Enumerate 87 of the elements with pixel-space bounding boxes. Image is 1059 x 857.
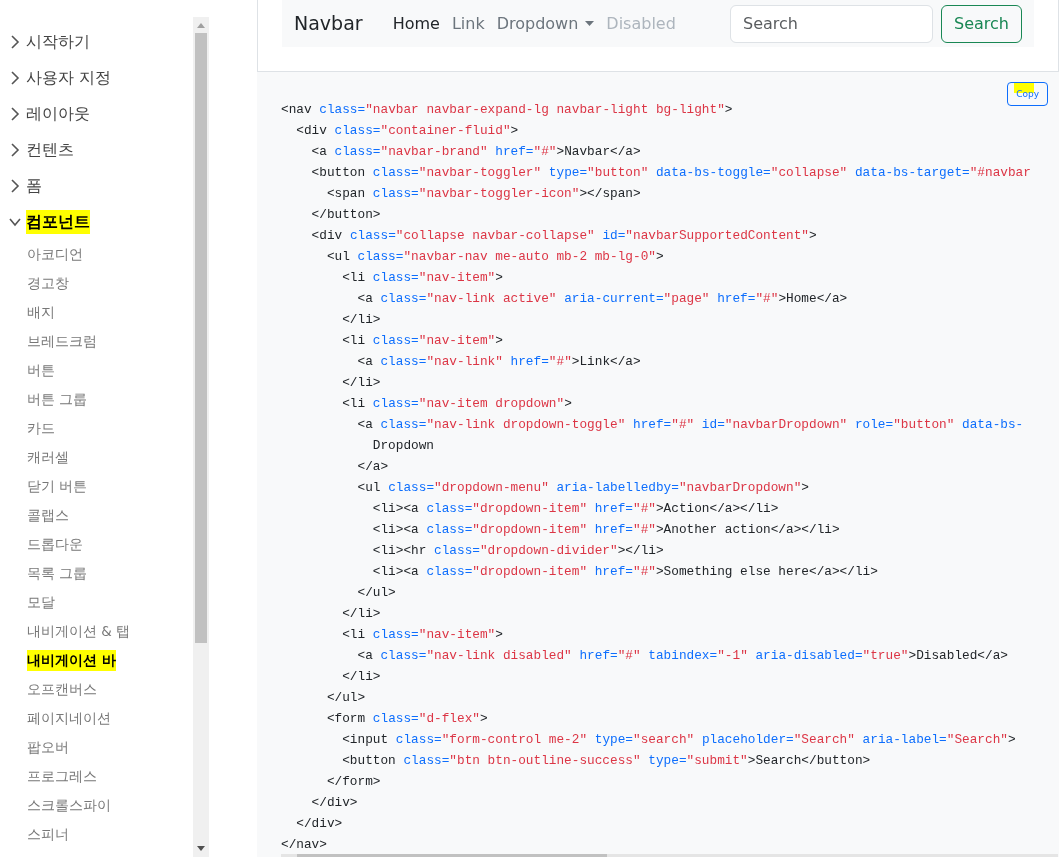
code-line: </ul>	[325, 689, 366, 707]
code-line: </a>	[356, 458, 389, 476]
code-line: <a class="nav-link dropdown-toggle" href="#" id="navbarDropdown" role="button" data-bs-	[356, 416, 1024, 434]
sidebar-item[interactable]: 프로그레스	[27, 766, 97, 787]
scrollbar-thumb[interactable]	[195, 33, 207, 643]
sidebar-item[interactable]: 아코디언	[27, 244, 83, 265]
sidebar-item[interactable]: 드롭다운	[27, 534, 83, 555]
sidebar-item[interactable]: 카드	[27, 418, 55, 439]
caret-icon	[585, 21, 595, 26]
code-line: <li class="nav-item">	[341, 332, 503, 350]
dropdown-toggle[interactable]: Dropdown	[490, 11, 601, 36]
code-line: <li class="nav-item">	[341, 269, 503, 287]
sidebar-item[interactable]: 내비게이션 바	[27, 650, 116, 671]
nav-link[interactable]: Home	[386, 11, 446, 36]
search-button[interactable]: Search	[941, 4, 1022, 43]
code-line: Dropdown	[371, 437, 435, 455]
sidebar-item[interactable]: 스피너	[27, 824, 69, 845]
section-label: 사용자 지정	[26, 67, 112, 89]
chevron-right-icon	[8, 179, 22, 193]
scrollbar-thumb[interactable]	[297, 854, 607, 857]
code-line: <span class="navbar-toggler-icon"></span>	[325, 185, 641, 203]
horizontal-scrollbar[interactable]	[281, 854, 1058, 857]
code-line: <a class="nav-link active" aria-current="page" href="#">Home</a>	[356, 290, 848, 308]
scrollbar[interactable]	[193, 17, 209, 857]
section-label: 폼	[26, 175, 42, 197]
code-line: <button class="navbar-toggler" type="button" data-bs-toggle="collapse" data-bs-target="#navbar	[310, 164, 1031, 182]
code-line: <li class="nav-item dropdown">	[341, 395, 572, 413]
sidebar-section[interactable]: 컨텐츠	[0, 132, 193, 168]
code-line: </ul>	[356, 584, 396, 602]
section-label: 컴포넌트	[26, 210, 90, 234]
code-line: <a class="nav-link disabled" href="#" tabindex="-1" aria-disabled="true">Disabled</a>	[356, 647, 1008, 665]
code-line: </li>	[341, 668, 381, 686]
sidebar-item[interactable]: 캐러셀	[27, 447, 69, 468]
code-line: <a class="navbar-brand" href="#">Navbar</a>	[310, 143, 641, 161]
sidebar-item[interactable]: 스크롤스파이	[27, 795, 111, 816]
sidebar-item[interactable]: 콜랩스	[27, 505, 69, 526]
brand-link[interactable]: Navbar	[294, 9, 363, 38]
chevron-right-icon	[8, 143, 22, 157]
code-line: <ul class="navbar-nav me-auto mb-2 mb-lg-0">	[325, 248, 664, 266]
code-line: <ul class="dropdown-menu" aria-labelledby="navbarDropdown">	[356, 479, 809, 497]
sidebar-item[interactable]: 페이지네이션	[27, 708, 111, 729]
section-label: 컨텐츠	[26, 139, 74, 161]
code-line: </li>	[341, 311, 381, 329]
sidebar-item[interactable]: 오프캔버스	[27, 679, 97, 700]
code-line: <li><a class="dropdown-item" href="#">Another action</a></li>	[371, 521, 840, 539]
sidebar-item[interactable]: 배지	[27, 302, 55, 323]
code-line: <li><a class="dropdown-item" href="#">Action</a></li>	[371, 500, 779, 518]
chevron-right-icon	[8, 71, 22, 85]
code-line: <li><hr class="dropdown-divider"></li>	[371, 542, 664, 560]
sidebar-item[interactable]: 내비게이션 & 탭	[27, 621, 131, 642]
sidebar-item[interactable]: 닫기 버튼	[27, 476, 88, 497]
chevron-right-icon	[8, 107, 22, 121]
section-label: 레이아웃	[26, 103, 90, 125]
sidebar-item[interactable]: 버튼 그룹	[27, 389, 88, 410]
code-line: <input class="form-control me-2" type="search" placeholder="Search" aria-label="Search">	[341, 731, 1016, 749]
sidebar-item[interactable]: 경고창	[27, 273, 69, 294]
chevron-right-icon	[8, 35, 22, 49]
code-line: </li>	[341, 605, 381, 623]
sidebar-item[interactable]: 팝오버	[27, 737, 69, 758]
scroll-down-arrow-icon[interactable]	[197, 846, 205, 852]
section-label: 시작하기	[26, 31, 90, 53]
scroll-up-arrow-icon[interactable]	[197, 22, 205, 28]
sidebar-item[interactable]: 목록 그룹	[27, 563, 88, 584]
sidebar-item[interactable]: 버튼	[27, 360, 55, 381]
code-line: <li class="nav-item">	[341, 626, 503, 644]
code-line: <form class="d-flex">	[325, 710, 488, 728]
sidebar-item[interactable]: 브레드크럼	[27, 331, 97, 352]
code-line: </button>	[310, 206, 381, 224]
nav-link[interactable]: Link	[445, 11, 491, 36]
code-line: <a class="nav-link" href="#">Link</a>	[356, 353, 641, 371]
code-line: </form>	[325, 773, 381, 791]
code-line: </div>	[295, 815, 343, 833]
code-line: <div class="container-fluid">	[295, 122, 519, 140]
sidebar-section[interactable]: 레이아웃	[0, 96, 193, 132]
sidebar-item[interactable]: 모달	[27, 592, 55, 613]
sidebar-section[interactable]: 컴포넌트	[0, 204, 193, 240]
code-line: </li>	[341, 374, 381, 392]
sidebar-section[interactable]: 폼	[0, 168, 193, 204]
code-line: </nav>	[281, 836, 327, 854]
search-field[interactable]: Search	[730, 4, 934, 43]
sidebar-section[interactable]: 사용자 지정	[0, 60, 193, 96]
code-line: <nav class="navbar navbar-expand-lg navbar-light bg-light">	[281, 101, 733, 119]
code-line: <li><a class="dropdown-item" href="#">Something else here</a></li>	[371, 563, 878, 581]
code-line: <button class="btn btn-outline-success" type="submit">Search</button>	[341, 752, 871, 770]
sidebar-section[interactable]: 시작하기	[0, 24, 193, 60]
code-line: <div class="collapse navbar-collapse" id="navbarSupportedContent">	[310, 227, 817, 245]
code-line: </div>	[310, 794, 358, 812]
